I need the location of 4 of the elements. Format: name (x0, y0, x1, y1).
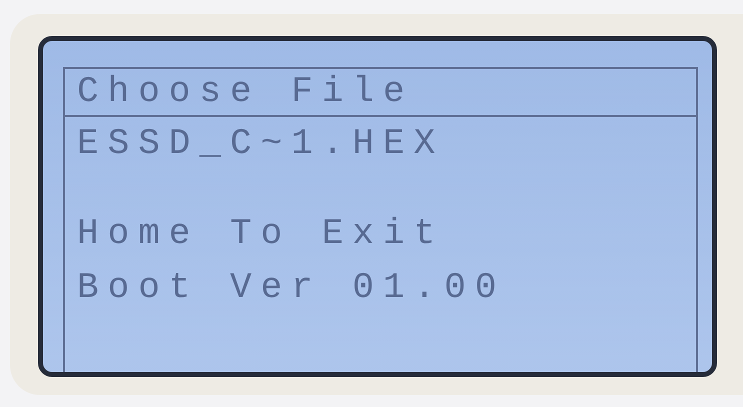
screen-title: Choose File (65, 69, 696, 117)
file-entry[interactable]: ESSD_C~1.HEX (65, 117, 444, 171)
boot-version: Boot Ver 01.00 (76, 266, 506, 310)
exit-hint: Home To Exit (76, 212, 444, 256)
